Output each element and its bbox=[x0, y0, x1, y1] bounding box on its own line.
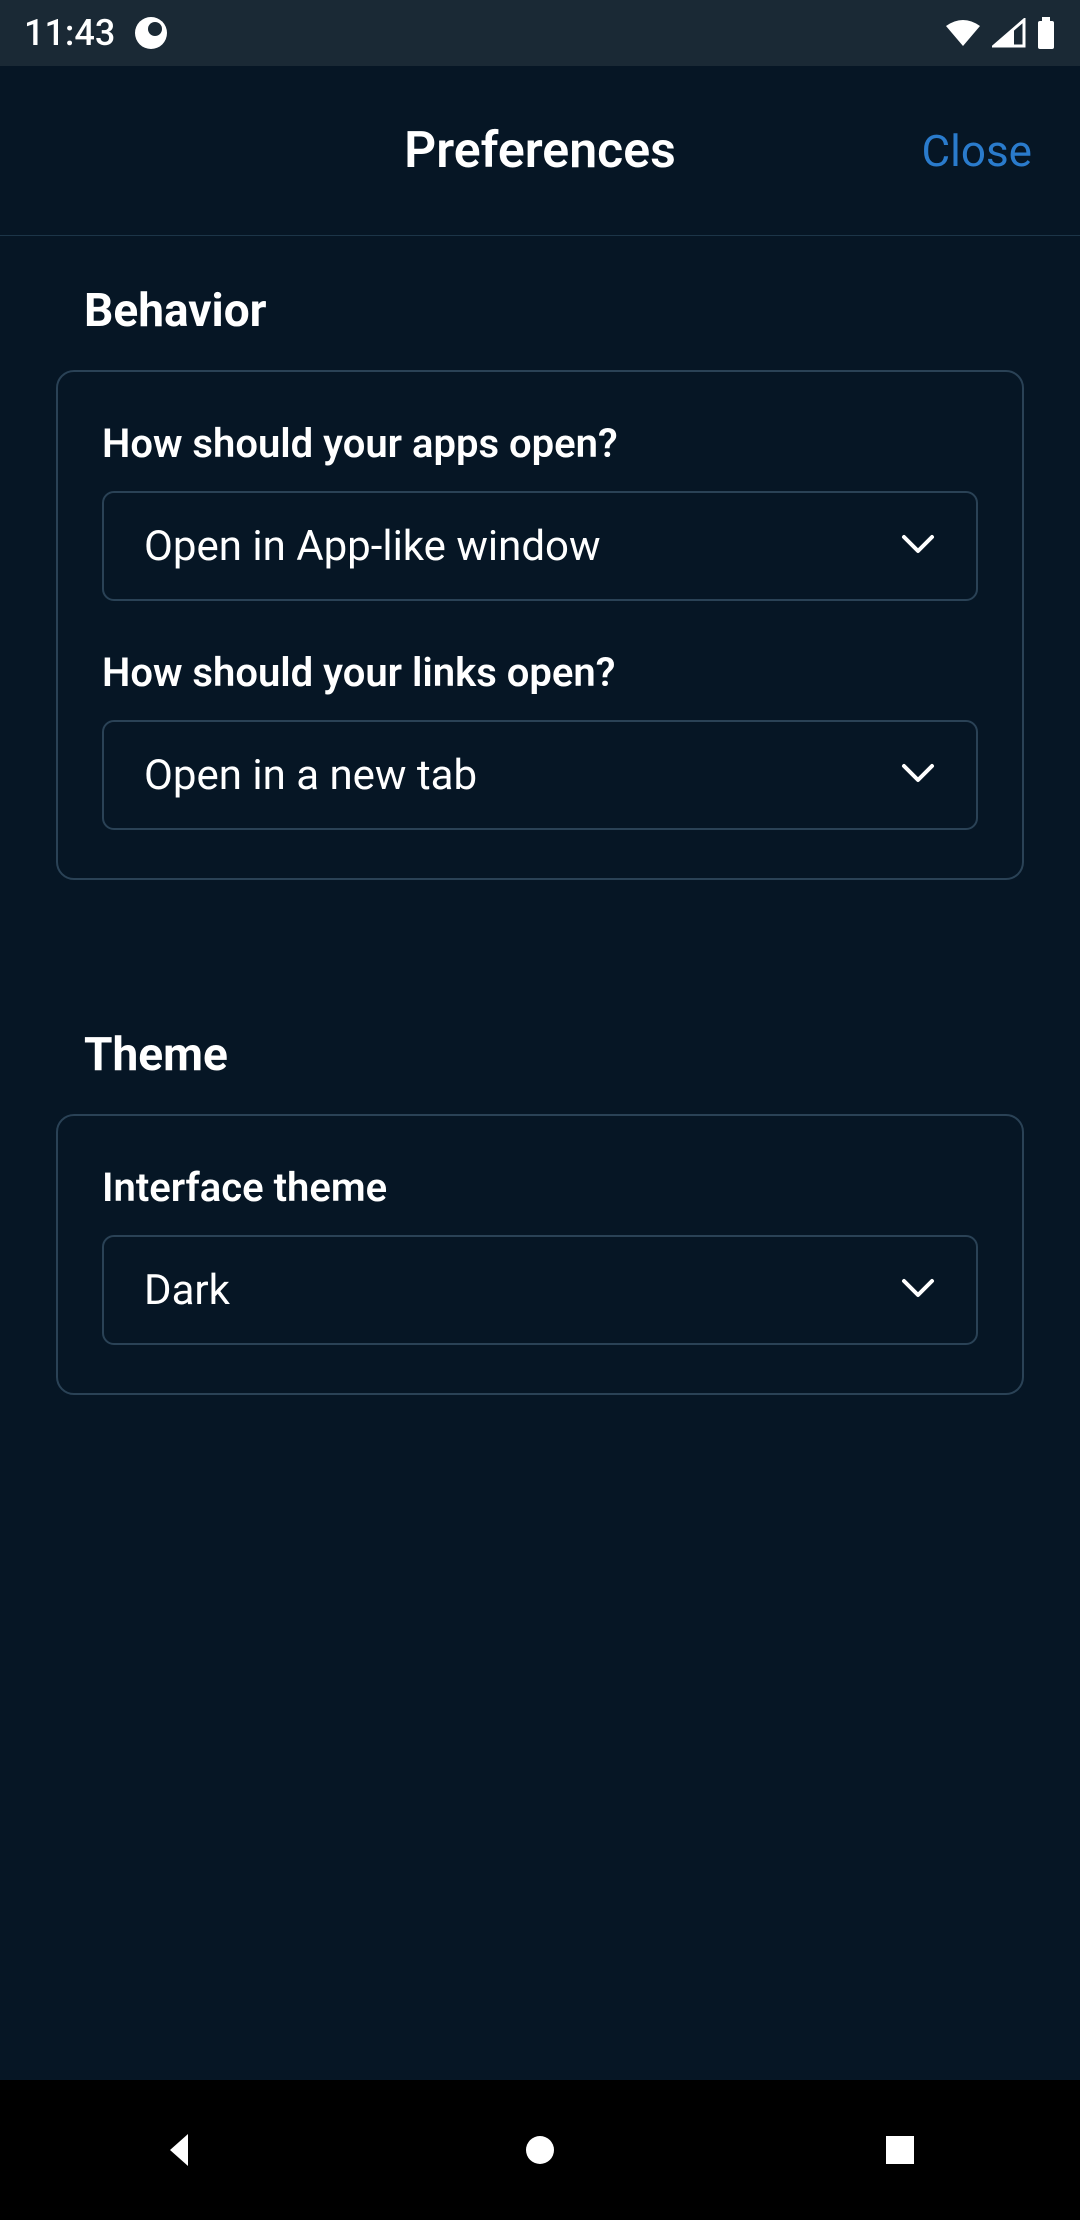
behavior-card: How should your apps open? Open in App-l… bbox=[56, 370, 1024, 880]
interface-theme-select[interactable]: Dark bbox=[102, 1235, 978, 1345]
theme-card: Interface theme Dark bbox=[56, 1114, 1024, 1395]
chevron-down-icon bbox=[900, 533, 936, 559]
interface-theme-value: Dark bbox=[144, 1266, 230, 1315]
apps-open-label: How should your apps open? bbox=[102, 420, 978, 467]
page-header: Preferences Close bbox=[0, 66, 1080, 236]
section-behavior: Behavior How should your apps open? Open… bbox=[0, 236, 1080, 880]
page-title: Preferences bbox=[404, 122, 676, 180]
system-nav-bar bbox=[0, 2080, 1080, 2220]
app-content: Preferences Close Behavior How should yo… bbox=[0, 66, 1080, 2080]
links-open-select[interactable]: Open in a new tab bbox=[102, 720, 978, 830]
links-open-label: How should your links open? bbox=[102, 649, 978, 696]
chevron-down-icon bbox=[900, 762, 936, 788]
links-open-value: Open in a new tab bbox=[144, 751, 477, 800]
cellular-signal-icon bbox=[992, 18, 1026, 48]
interface-theme-field: Interface theme Dark bbox=[102, 1164, 978, 1345]
apps-open-field: How should your apps open? Open in App-l… bbox=[102, 420, 978, 601]
apps-open-value: Open in App-like window bbox=[144, 522, 601, 571]
section-behavior-title: Behavior bbox=[56, 284, 1024, 338]
status-bar-right bbox=[944, 17, 1056, 49]
wifi-icon bbox=[944, 18, 982, 48]
status-bar-left: 11:43 bbox=[24, 12, 167, 54]
links-open-field: How should your links open? Open in a ne… bbox=[102, 649, 978, 830]
apps-open-select[interactable]: Open in App-like window bbox=[102, 491, 978, 601]
interface-theme-label: Interface theme bbox=[102, 1164, 978, 1211]
nav-back-button[interactable] bbox=[80, 2130, 280, 2170]
section-theme: Theme Interface theme Dark bbox=[0, 980, 1080, 1395]
nav-recent-button[interactable] bbox=[800, 2132, 1000, 2168]
close-button[interactable]: Close bbox=[922, 125, 1032, 177]
app-notification-icon bbox=[135, 17, 167, 49]
chevron-down-icon bbox=[900, 1277, 936, 1303]
battery-icon bbox=[1036, 17, 1056, 49]
status-time: 11:43 bbox=[24, 12, 115, 54]
status-bar: 11:43 bbox=[0, 0, 1080, 66]
nav-home-button[interactable] bbox=[440, 2130, 640, 2170]
section-theme-title: Theme bbox=[56, 1028, 1024, 1082]
